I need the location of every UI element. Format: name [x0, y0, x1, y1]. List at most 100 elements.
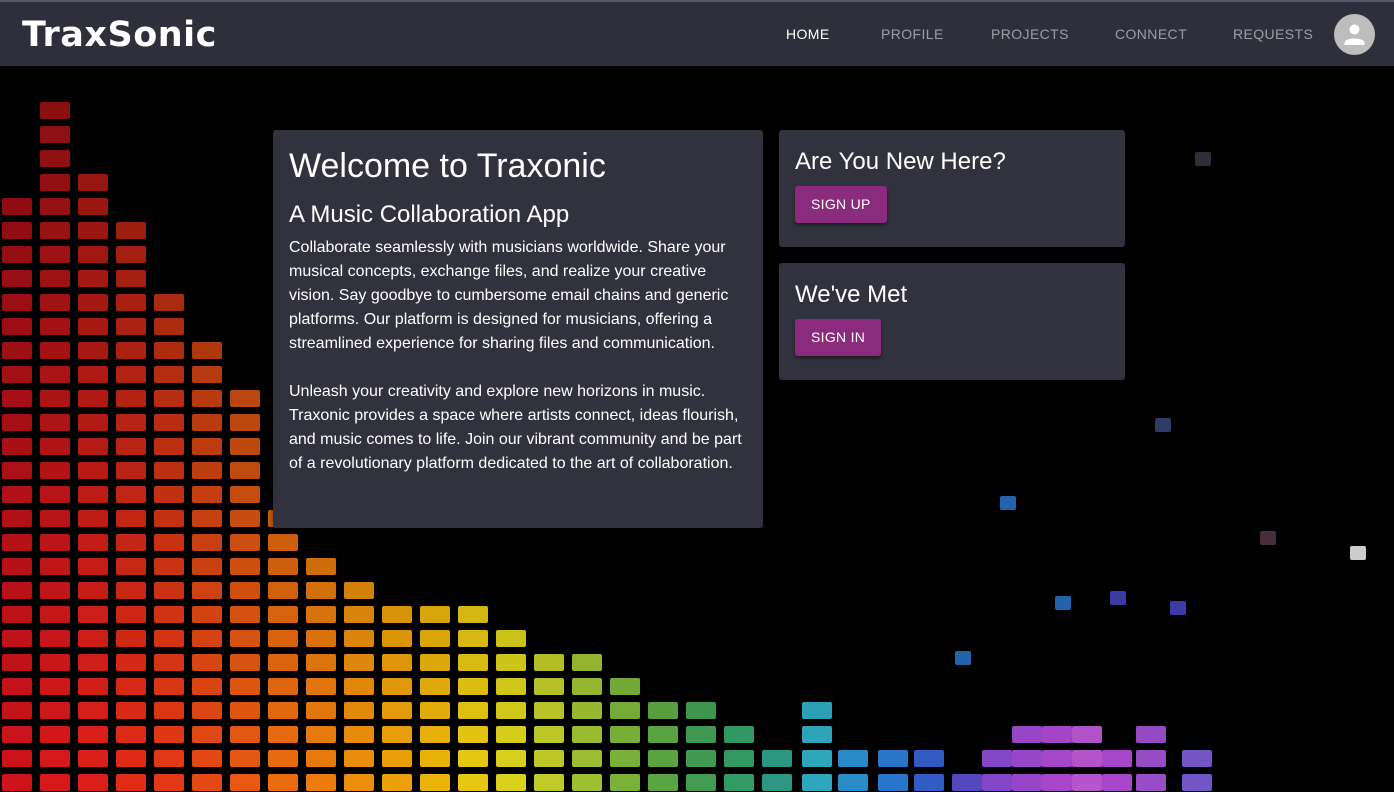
equalizer-block — [2, 606, 32, 623]
equalizer-block — [382, 654, 412, 671]
equalizer-block — [116, 654, 146, 671]
equalizer-block — [192, 534, 222, 551]
equalizer-block — [154, 582, 184, 599]
equalizer-block — [40, 582, 70, 599]
equalizer-block — [344, 678, 374, 695]
equalizer-block — [496, 702, 526, 719]
equalizer-block — [572, 702, 602, 719]
equalizer-block — [952, 774, 982, 791]
equalizer-block — [230, 678, 260, 695]
equalizer-block — [116, 342, 146, 359]
equalizer-block — [40, 342, 70, 359]
sign-up-button[interactable]: SIGN UP — [795, 186, 887, 223]
equalizer-block — [534, 774, 564, 791]
app-logo[interactable]: TraxSonic — [22, 16, 217, 54]
equalizer-block — [40, 678, 70, 695]
equalizer-block — [192, 702, 222, 719]
equalizer-block — [1012, 774, 1042, 791]
equalizer-block — [268, 678, 298, 695]
equalizer-block — [78, 294, 108, 311]
equalizer-block — [1136, 726, 1166, 743]
equalizer-block — [230, 630, 260, 647]
equalizer-block — [154, 654, 184, 671]
equalizer-speck — [1170, 601, 1186, 615]
equalizer-block — [534, 654, 564, 671]
equalizer-block — [802, 750, 832, 767]
equalizer-block — [116, 438, 146, 455]
sign-in-button[interactable]: SIGN IN — [795, 319, 882, 356]
equalizer-block — [344, 774, 374, 791]
equalizer-block — [116, 582, 146, 599]
equalizer-block — [268, 702, 298, 719]
equalizer-block — [40, 102, 70, 119]
nav-projects[interactable]: PROJECTS — [991, 24, 1069, 44]
equalizer-block — [982, 750, 1012, 767]
equalizer-block — [496, 774, 526, 791]
equalizer-block — [1072, 774, 1102, 791]
nav-connect[interactable]: CONNECT — [1115, 24, 1187, 44]
equalizer-block — [40, 294, 70, 311]
equalizer-block — [420, 702, 450, 719]
equalizer-block — [230, 510, 260, 527]
equalizer-block — [40, 198, 70, 215]
equalizer-block — [78, 318, 108, 335]
equalizer-block — [268, 654, 298, 671]
equalizer-block — [154, 414, 184, 431]
equalizer-block — [230, 750, 260, 767]
equalizer-block — [982, 774, 1012, 791]
equalizer-block — [306, 606, 336, 623]
equalizer-block — [2, 390, 32, 407]
account-avatar[interactable] — [1334, 14, 1375, 55]
equalizer-block — [572, 750, 602, 767]
equalizer-block — [116, 702, 146, 719]
welcome-card: Welcome to Traxonic A Music Collaboratio… — [273, 130, 763, 528]
equalizer-block — [344, 582, 374, 599]
equalizer-block — [382, 774, 412, 791]
equalizer-block — [40, 150, 70, 167]
equalizer-block — [78, 222, 108, 239]
equalizer-block — [458, 678, 488, 695]
equalizer-block — [648, 726, 678, 743]
equalizer-block — [154, 294, 184, 311]
equalizer-block — [78, 366, 108, 383]
equalizer-block — [230, 774, 260, 791]
equalizer-block — [1042, 774, 1072, 791]
equalizer-block — [78, 510, 108, 527]
equalizer-block — [306, 558, 336, 575]
equalizer-block — [2, 558, 32, 575]
equalizer-block — [116, 366, 146, 383]
equalizer-block — [344, 750, 374, 767]
equalizer-block — [230, 654, 260, 671]
equalizer-block — [40, 126, 70, 143]
equalizer-block — [78, 462, 108, 479]
equalizer-block — [1136, 750, 1166, 767]
equalizer-block — [40, 390, 70, 407]
equalizer-block — [230, 726, 260, 743]
person-icon — [1344, 24, 1365, 45]
signup-card: Are You New Here? SIGN UP — [779, 130, 1125, 247]
equalizer-block — [116, 774, 146, 791]
equalizer-block — [154, 534, 184, 551]
equalizer-block — [572, 678, 602, 695]
equalizer-block — [344, 702, 374, 719]
equalizer-block — [382, 606, 412, 623]
equalizer-block — [116, 270, 146, 287]
equalizer-block — [230, 582, 260, 599]
equalizer-block — [268, 726, 298, 743]
equalizer-block — [610, 678, 640, 695]
nav-requests[interactable]: REQUESTS — [1233, 24, 1313, 44]
equalizer-block — [154, 510, 184, 527]
equalizer-block — [40, 246, 70, 263]
nav-home[interactable]: HOME — [786, 24, 830, 44]
equalizer-block — [496, 750, 526, 767]
equalizer-block — [2, 294, 32, 311]
equalizer-block — [2, 630, 32, 647]
equalizer-block — [458, 630, 488, 647]
equalizer-block — [306, 750, 336, 767]
equalizer-block — [268, 774, 298, 791]
equalizer-block — [40, 414, 70, 431]
equalizer-block — [78, 486, 108, 503]
equalizer-block — [192, 558, 222, 575]
nav-profile[interactable]: PROFILE — [881, 24, 944, 44]
equalizer-block — [724, 750, 754, 767]
